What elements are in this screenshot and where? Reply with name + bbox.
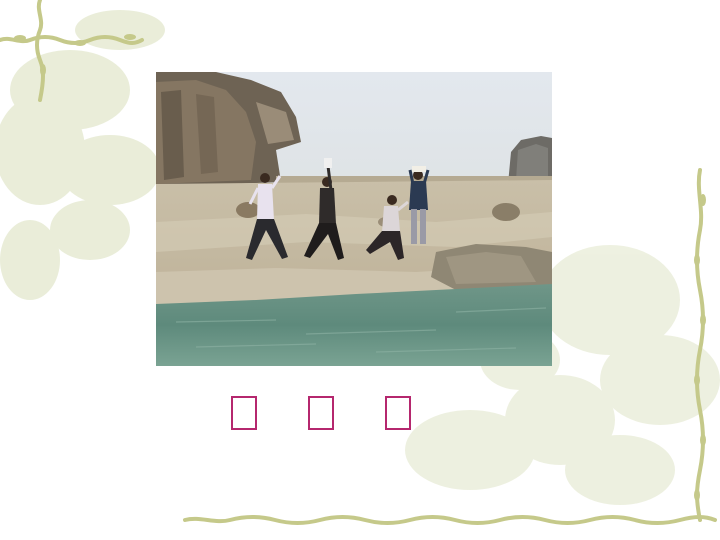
slide: □ □ □ [0,0,720,540]
photo [156,72,552,366]
caption-glyph-1: □ [231,396,257,430]
photo-scene [156,72,552,366]
caption-glyph-2: □ [308,396,334,430]
caption: □ □ □ [0,396,720,436]
caption-glyph-3: □ [385,396,411,430]
